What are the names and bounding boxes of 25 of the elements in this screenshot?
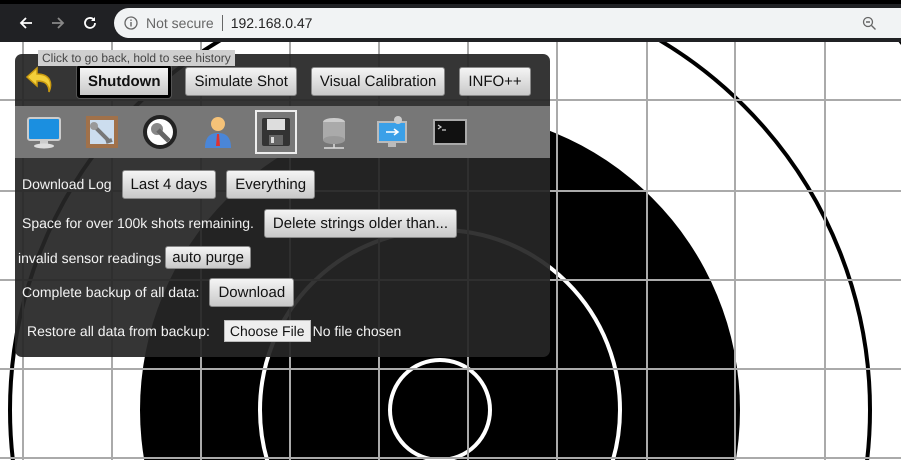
reload-icon[interactable]: [82, 15, 98, 31]
menu-button[interactable]: INFO++: [459, 66, 531, 96]
action-button[interactable]: Delete strings older than...: [264, 208, 457, 238]
menu-button[interactable]: Visual Calibration: [310, 66, 446, 96]
file-status-text: No file chosen: [312, 323, 402, 339]
back-icon[interactable]: [18, 15, 34, 31]
action-button[interactable]: auto purge: [165, 246, 251, 269]
security-label: Not secure: [146, 15, 214, 31]
action-button[interactable]: Last 4 days: [122, 170, 216, 198]
action-button[interactable]: Everything: [226, 170, 316, 198]
row-label: Complete backup of all data:: [22, 284, 200, 300]
info-icon[interactable]: [124, 16, 138, 30]
zoom-out-icon[interactable]: [862, 16, 877, 30]
row-label: Space for over 100k shots remaining.: [22, 215, 254, 231]
action-button[interactable]: Download: [209, 278, 294, 306]
forward-icon[interactable]: [50, 15, 66, 31]
menu-button[interactable]: Shutdown: [77, 64, 172, 98]
url-text: 192.168.0.47: [230, 15, 312, 31]
row-label: Restore all data from backup:: [27, 323, 210, 339]
row-label: Download Log: [22, 176, 112, 192]
menu-button[interactable]: Simulate Shot: [185, 66, 297, 96]
choose-file-button[interactable]: Choose File: [224, 320, 311, 342]
row-label: invalid sensor readings: [18, 250, 162, 266]
tooltip: Click to go back, hold to see history: [38, 50, 235, 66]
address-bar[interactable]: Not secure 192.168.0.47: [114, 8, 901, 38]
